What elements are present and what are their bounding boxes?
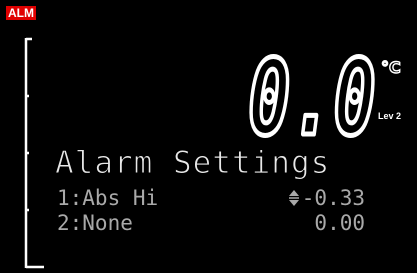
bar-graph-scale [24,37,44,269]
unit-text: °C [381,58,401,77]
alarm-row-label: 2:None [57,211,133,235]
alarm-row-value[interactable]: -0.33 [288,186,365,210]
menu-title: Alarm Settings [54,145,331,181]
process-value-display: 0.0 [248,46,378,138]
alarm-row-2[interactable]: 2:None 0.00 [57,211,365,235]
alarm-row-value: 0.00 [314,211,365,235]
alarm-row-label: 1:Abs Hi [57,186,159,210]
access-level-label: Lev 2 [378,111,402,121]
alarm-row-1[interactable]: 1:Abs Hi -0.33 [57,186,365,210]
up-down-arrows-icon [288,190,299,206]
process-value: 0.0 [248,46,376,138]
alarm-row-value-text: -0.33 [301,186,365,210]
unit-label: °C [381,57,401,77]
